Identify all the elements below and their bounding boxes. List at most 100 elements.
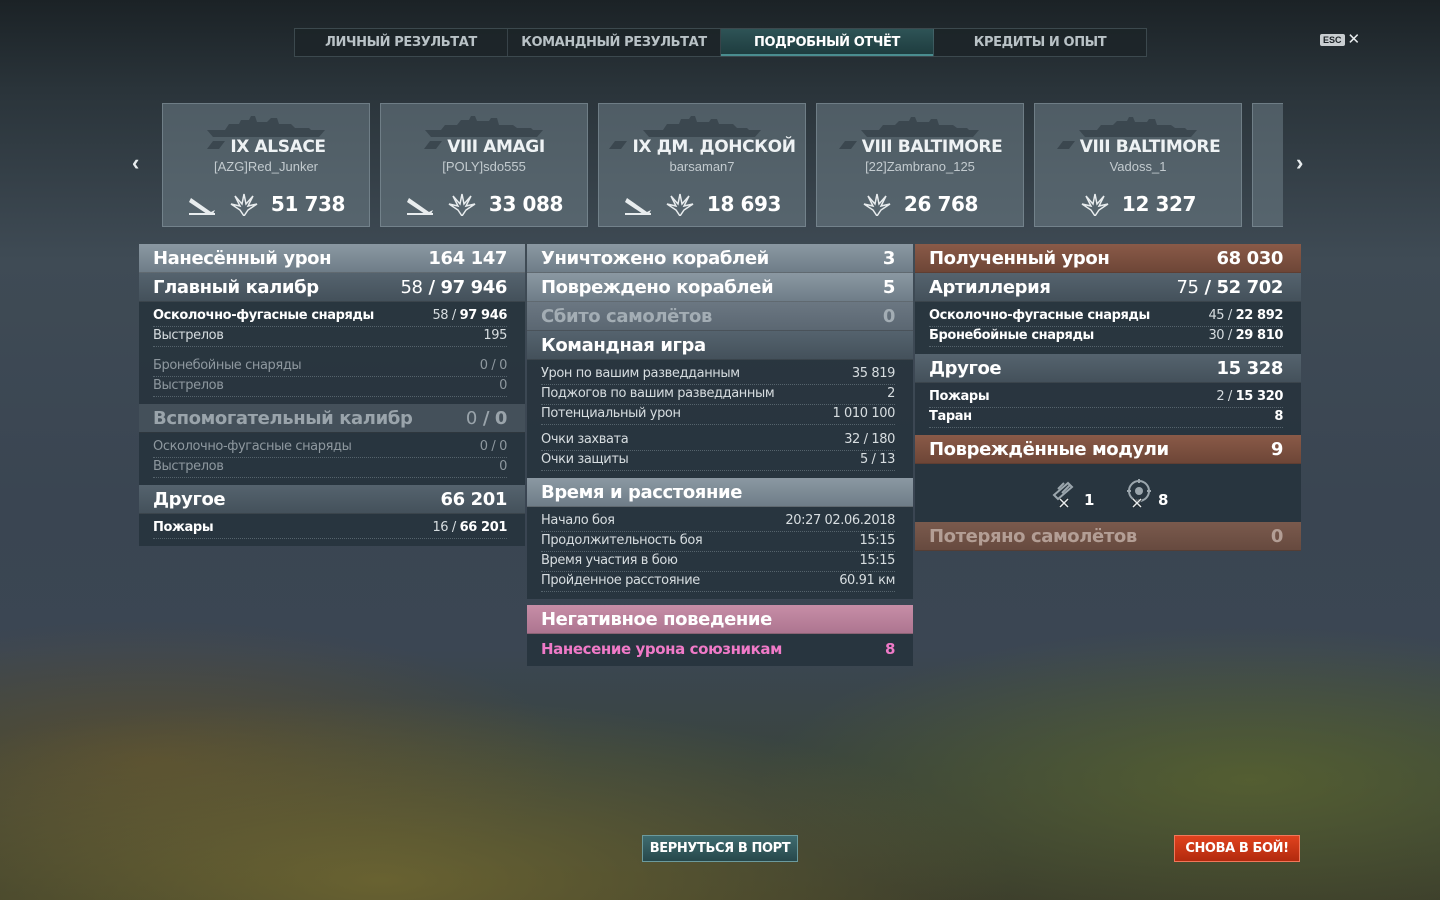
ship-title: BALTIMORE — [1115, 137, 1221, 157]
ship-card[interactable]: VIII BALTIMORE [22]Zambrano_125 26 768 — [816, 103, 1024, 227]
list-item: Потенциальный урон 1 010 100 — [541, 405, 895, 425]
ship-damage-value: 51 738 — [270, 192, 346, 216]
list-item: Продолжительность боя 15:15 — [541, 532, 895, 552]
list-item: Выстрелов 0 — [153, 458, 507, 478]
player-name: barsaman7 — [669, 159, 735, 174]
torpedo-icon — [406, 198, 433, 215]
ship-card[interactable]: IX ALSACE [AZG]Red_Junker 51 738 — [162, 103, 370, 227]
esc-key-label: ESC — [1320, 34, 1345, 46]
ship-silhouette-icon — [1079, 117, 1197, 137]
ship-card[interactable]: IX ДМ. ДОНСКОЙ barsaman7 18 693 — [598, 103, 806, 227]
dealt-other-header: Другое 66 201 — [139, 485, 525, 514]
received-damage-panel: Полученный урон 68 030 Артиллерия 75 / 5… — [915, 244, 1301, 551]
engine-icon — [1127, 479, 1151, 509]
list-item: Пожары 2 / 15 320 — [929, 388, 1283, 408]
list-item: Начало боя 20:27 02.06.2018 — [541, 512, 895, 532]
list-item: Осколочно-фугасные снаряды 0 / 0 — [153, 438, 507, 458]
ship-tier: VIII — [447, 137, 478, 157]
ship-name: VIII BALTIMORE — [1035, 137, 1241, 157]
main-caliber-value: 58 / 97 946 — [400, 276, 507, 298]
ship-damage-value: 26 768 — [903, 192, 979, 216]
ship-card[interactable]: VIII BALTIMORE Vadoss_1 12 327 — [1034, 103, 1242, 227]
torpedo-icon — [624, 198, 651, 215]
tab-detailed-report[interactable]: ПОДРОБНЫЙ ОТЧЁТ — [721, 29, 934, 56]
prev-arrow-icon[interactable]: ‹ — [132, 150, 139, 176]
dealt-damage-total: 164 147 — [428, 247, 507, 269]
list-item: Таран 8 — [929, 408, 1283, 428]
ship-class-icon — [424, 141, 443, 149]
dealt-damage-panel: Нанесённый урон 164 147 Главный калибр 5… — [139, 244, 525, 546]
list-item: Нанесение урона союзникам 8 — [541, 640, 895, 658]
ship-name: VIII BALTIMORE — [817, 137, 1023, 157]
ship-title: AMAGI — [483, 137, 545, 157]
received-damage-header: Полученный урон 68 030 — [915, 244, 1301, 273]
list-item: Выстрелов 0 — [153, 377, 507, 397]
dealt-other-details: Пожары 16 / 66 201 — [139, 514, 525, 546]
gun-turret-icon — [1052, 481, 1074, 509]
planes-lost-header: Потеряно самолётов 0 — [915, 522, 1301, 551]
ship-silhouette-icon — [643, 116, 761, 137]
tab-credits-xp[interactable]: КРЕДИТЫ И ОПЫТ — [934, 29, 1146, 56]
ship-damage-value: 33 088 — [488, 192, 564, 216]
card-stats: 51 738 — [163, 192, 369, 216]
negative-behavior-details: Нанесение урона союзникам 8 — [527, 634, 913, 666]
damage-burst-icon — [448, 193, 476, 216]
dealt-damage-header: Нанесённый урон 164 147 — [139, 244, 525, 273]
player-name: [AZG]Red_Junker — [213, 159, 319, 174]
secondary-caliber-header: Вспомогательный калибр 0 / 0 — [139, 404, 525, 433]
list-item: Урон по вашим разведданным 35 819 — [541, 365, 895, 385]
damage-burst-icon — [863, 193, 891, 216]
ships-destroyed-header: Уничтожено кораблей 3 — [527, 244, 913, 273]
player-name: Vadoss_1 — [1109, 159, 1167, 174]
ship-silhouette-icon — [861, 117, 979, 137]
ship-tier: IX — [632, 137, 652, 157]
list-item: Пройденное расстояние 60.91 км — [541, 572, 895, 592]
ship-class-icon — [207, 141, 226, 149]
list-item: Бронебойные снаряды 0 / 0 — [153, 357, 507, 377]
ship-name: VIII AMAGI — [381, 137, 587, 157]
next-arrow-icon[interactable]: › — [1296, 150, 1303, 176]
return-to-port-button[interactable]: ВЕРНУТЬСЯ В ПОРТ — [642, 835, 798, 862]
list-item: Выстрелов 195 — [153, 327, 507, 347]
ship-silhouette-icon — [425, 116, 543, 137]
ship-name: IX ALSACE — [163, 137, 369, 157]
ship-class-icon — [1056, 141, 1075, 149]
list-item: Поджогов по вашим разведданным 2 — [541, 385, 895, 405]
list-item: Бронебойные снаряды 30 / 29 810 — [929, 327, 1283, 347]
module-item: 1 — [1048, 477, 1094, 509]
list-item: Очки захвата 32 / 180 — [541, 431, 895, 451]
tab-team-result[interactable]: КОМАНДНЫЙ РЕЗУЛЬТАТ — [508, 29, 721, 56]
card-stats: 12 327 — [1035, 192, 1241, 216]
damaged-modules-list: 1 8 — [915, 464, 1301, 522]
ship-title: ДМ. ДОНСКОЙ — [656, 137, 796, 157]
secondary-caliber-details: Осколочно-фугасные снаряды 0 / 0 Выстрел… — [139, 433, 525, 485]
ship-card-partial[interactable] — [1252, 103, 1283, 227]
close-button[interactable]: ESC ✕ — [1320, 31, 1361, 48]
card-stats: 18 693 — [599, 192, 805, 216]
ship-cards-carousel: IX ALSACE [AZG]Red_Junker 51 738 VIII AM… — [162, 103, 1283, 227]
damage-burst-icon — [666, 193, 694, 216]
list-item: Пожары 16 / 66 201 — [153, 519, 507, 539]
close-icon: ✕ — [1347, 31, 1361, 48]
dealt-other-label: Другое — [153, 488, 226, 510]
ships-damaged-header: Повреждено кораблей 5 — [527, 273, 913, 302]
received-other-header: Другое 15 328 — [915, 354, 1301, 383]
battle-again-button[interactable]: СНОВА В БОЙ! — [1174, 835, 1300, 862]
time-distance-header: Время и расстояние — [527, 478, 913, 507]
ship-silhouette-icon — [207, 116, 325, 137]
battle-stats-panel: Уничтожено кораблей 3 Повреждено корабле… — [527, 244, 913, 666]
main-caliber-details: Осколочно-фугасные снаряды 58 / 97 946 В… — [139, 302, 525, 404]
list-item: Осколочно-фугасные снаряды 45 / 22 892 — [929, 307, 1283, 327]
artillery-header: Артиллерия 75 / 52 702 — [915, 273, 1301, 302]
tab-personal-result[interactable]: ЛИЧНЫЙ РЕЗУЛЬТАТ — [295, 29, 508, 56]
ship-title: BALTIMORE — [897, 137, 1003, 157]
team-play-details: Урон по вашим разведданным 35 819 Поджого… — [527, 360, 913, 478]
team-play-header: Командная игра — [527, 331, 913, 360]
ship-damage-value: 12 327 — [1121, 192, 1197, 216]
ship-tier: IX — [230, 137, 249, 157]
secondary-caliber-value: 0 / 0 — [465, 407, 508, 429]
ship-card[interactable]: VIII AMAGI [POLY]sdo555 33 088 — [380, 103, 588, 227]
player-name: [POLY]sdo555 — [442, 159, 526, 174]
ship-tier: VIII — [1079, 137, 1111, 157]
artillery-details: Осколочно-фугасные снаряды 45 / 22 892 Б… — [915, 302, 1301, 354]
